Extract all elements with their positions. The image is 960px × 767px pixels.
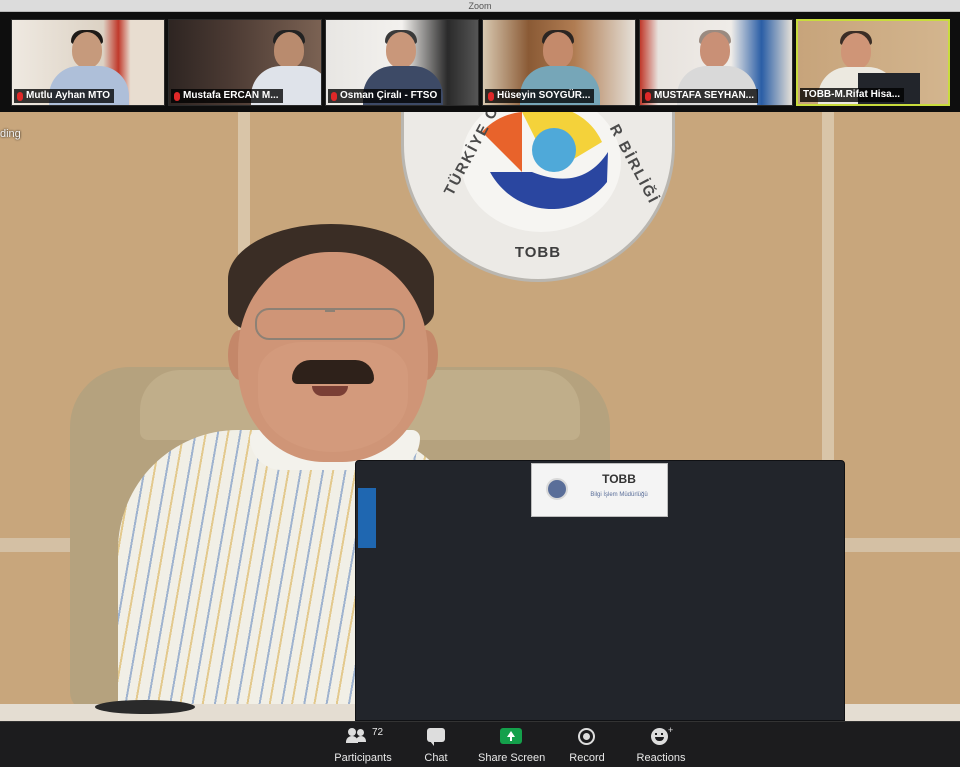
chat-label: Chat [424, 752, 448, 764]
participant-tile-2[interactable]: Mustafa ERCAN M... [168, 19, 322, 106]
participants-button[interactable]: 72 Participants [328, 725, 398, 765]
mic-muted-icon [645, 91, 651, 101]
reactions-icon [651, 728, 668, 745]
participant-nameplate: Osman Çiralı - FTSO [328, 89, 442, 103]
participant-tile-1[interactable]: Mutlu Ayhan MTO [11, 19, 165, 106]
active-speaker-video: ding TÜRKİYE O R BİRLİĞİ TOBB TOBB Bilgi… [0, 112, 960, 721]
share-screen-button[interactable]: Share Screen [478, 725, 546, 765]
chat-icon [427, 728, 445, 746]
participant-tile-6-active-speaker[interactable]: TOBB-M.Rifat Hisa... [796, 19, 950, 106]
participant-tile-5[interactable]: MUSTAFA SEYHAN... [639, 19, 793, 106]
participant-head [700, 32, 730, 68]
mic-muted-icon [488, 91, 494, 101]
participants-label: Participants [334, 752, 392, 764]
window-title: Zoom [468, 1, 492, 11]
participant-nameplate: Mustafa ERCAN M... [171, 89, 283, 103]
share-screen-icon [500, 728, 522, 744]
participants-count: 72 [372, 727, 384, 738]
laptop-brand-stripe [358, 488, 376, 548]
participant-name: Mustafa ERCAN M... [183, 90, 279, 101]
participant-head [386, 32, 416, 68]
mic-muted-icon [331, 91, 337, 101]
participant-name: Mutlu Ayhan MTO [26, 90, 111, 101]
speaker-mustache [292, 360, 374, 384]
meeting-toolbar: 72 Participants Chat Share Screen Record… [0, 721, 960, 767]
participant-name: MUSTAFA SEYHAN... [654, 90, 755, 101]
participant-nameplate: TOBB-M.Rifat Hisa... [800, 88, 905, 102]
record-icon [578, 728, 595, 745]
tobb-wall-logo: TÜRKİYE O R BİRLİĞİ TOBB [401, 112, 675, 282]
logo-bottom-text: TOBB [514, 244, 562, 261]
sticker-subtitle: Bilgi İşlem Müdürlüğü [590, 492, 648, 498]
participant-nameplate: MUSTAFA SEYHAN... [642, 89, 759, 103]
record-label: Record [569, 752, 605, 764]
participant-tile-4[interactable]: Hüseyin SOYGÜR... [482, 19, 636, 106]
sticker-title: TOBB [602, 472, 636, 486]
record-button[interactable]: Record [568, 725, 606, 765]
mic-muted-icon [17, 91, 23, 101]
tobb-sticker-logo-icon [546, 478, 568, 500]
participant-name: TOBB-M.Rifat Hisa... [803, 89, 901, 100]
laptop-sticker: TOBB Bilgi İşlem Müdürlüğü [531, 463, 668, 517]
desk-object [95, 700, 195, 714]
participant-name: Hüseyin SOYGÜR... [497, 90, 591, 101]
reactions-label: Reactions [636, 752, 686, 764]
window-title-bar: Zoom [0, 0, 960, 12]
reactions-plus-icon: + [668, 725, 674, 735]
speaker-glasses [255, 308, 405, 340]
participant-name: Osman Çiralı - FTSO [340, 90, 438, 101]
participant-tile-3[interactable]: Osman Çiralı - FTSO [325, 19, 479, 106]
participant-nameplate: Hüseyin SOYGÜR... [485, 89, 595, 103]
participant-head [841, 33, 871, 69]
gallery-strip: Mutlu Ayhan MTO Mustafa ERCAN M... Osman… [0, 12, 960, 112]
speaker-glasses-bridge [325, 310, 335, 312]
chat-button[interactable]: Chat [414, 725, 458, 765]
participant-head [72, 32, 102, 68]
participant-head [543, 32, 573, 68]
mic-muted-icon [174, 91, 180, 101]
speaker-face [258, 342, 408, 452]
speaker-mouth [312, 386, 348, 396]
participant-head [274, 32, 304, 68]
recording-label: ding [0, 128, 21, 140]
participants-icon [346, 728, 366, 744]
reactions-button[interactable]: + Reactions [635, 725, 687, 765]
participant-nameplate: Mutlu Ayhan MTO [14, 89, 115, 103]
share-screen-label: Share Screen [478, 752, 546, 764]
